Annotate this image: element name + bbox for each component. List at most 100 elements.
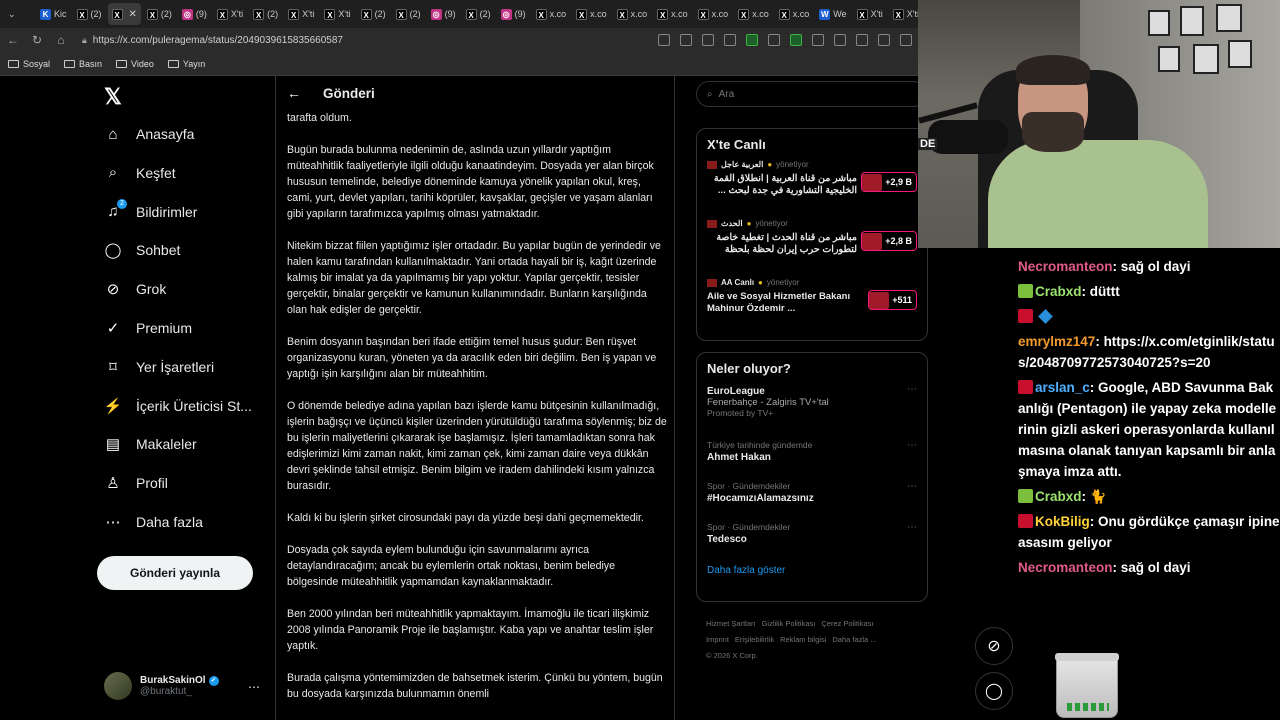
browser-tab[interactable]: W We — [815, 3, 850, 25]
extension-icon[interactable] — [724, 34, 736, 46]
extension-icon[interactable] — [768, 34, 780, 46]
live-viewer-count[interactable]: +2,9 B — [861, 172, 917, 192]
x-favicon-icon: X — [111, 8, 123, 20]
article-paragraph: Nitekim bizzat fiilen yaptığımız işler o… — [287, 240, 661, 316]
trend-item[interactable]: EuroLeague Fenerbahçe - Zalgiris TV+'tal P… — [697, 380, 927, 436]
browser-tab[interactable]: Xx.co — [613, 3, 652, 25]
browser-tab[interactable]: X (2) — [143, 3, 176, 25]
bookmark-folder[interactable]: Basın — [64, 59, 102, 69]
browser-tab[interactable]: X X'ti — [213, 3, 247, 25]
browser-menu-icon[interactable] — [900, 34, 912, 46]
sidebar-item-chat[interactable]: ◯ Sohbet — [104, 235, 181, 265]
bell-icon: ♫ 2 — [104, 198, 127, 221]
footer-link[interactable]: Çerez Politikası — [821, 619, 873, 628]
sidebar-item-article[interactable]: ▤ Makaleler — [104, 429, 197, 459]
sidebar-item-rocket[interactable]: ⚡ İçerik Üreticisi St... — [104, 391, 252, 421]
trend-more-icon[interactable]: ⋯ — [907, 522, 917, 533]
chat-username[interactable]: emrylmz147 — [1018, 334, 1095, 349]
bookmark-folder[interactable]: Video — [116, 59, 154, 69]
messages-fab-icon[interactable]: ◯ — [975, 672, 1013, 710]
url-field[interactable]: 🔒︎ https://x.com/puleragema/status/20490… — [78, 30, 603, 50]
extension-green-icon[interactable] — [746, 34, 758, 46]
browser-tab[interactable]: Xx.co — [572, 3, 611, 25]
footer-link[interactable]: Gizlilik Politikası — [762, 619, 816, 628]
post-button[interactable]: Gönderi yayınla — [97, 556, 253, 590]
sidebar-item-profile[interactable]: ♙ Profil — [104, 468, 168, 498]
live-viewer-count[interactable]: +511 — [868, 290, 917, 310]
home-button-icon[interactable]: ⌂ — [54, 33, 68, 47]
trend-more-icon[interactable]: ⋯ — [907, 384, 917, 395]
back-arrow-icon[interactable]: ← — [287, 85, 301, 101]
footer-link[interactable]: © 2026 X Corp. — [706, 651, 758, 660]
live-viewer-count[interactable]: +2,8 B — [861, 231, 917, 251]
sidebar-item-bookmark[interactable]: ⌑ Yer İşaretleri — [104, 352, 214, 382]
sidebar-item-more[interactable]: ⋯ Daha fazla — [104, 507, 203, 537]
grok-fab-icon[interactable]: ⊘ — [975, 627, 1013, 665]
trend-more-icon[interactable]: ⋯ — [907, 440, 917, 451]
extension-green-icon[interactable] — [790, 34, 802, 46]
live-item[interactable]: AA Canlı ● yönetiyor Aile ve Sosyal Hizmetl… — [697, 274, 927, 333]
footer-link[interactable]: Hizmet Şartları — [706, 619, 756, 628]
footer-link[interactable]: Reklam bilgisi — [780, 635, 826, 644]
viewer-count-text: +511 — [892, 295, 912, 305]
browser-tab[interactable]: X (2) — [357, 3, 390, 25]
footer-link[interactable]: Daha fazla ... — [832, 635, 876, 644]
search-input[interactable]: ⌕ Ara — [696, 81, 926, 107]
browser-tab[interactable]: Xx.co — [532, 3, 571, 25]
chat-username[interactable]: KokBilig — [1035, 514, 1090, 529]
account-switcher[interactable]: BurakSakinOl ✓ @buraktut_ — [104, 672, 219, 700]
browser-tab[interactable]: K Kic — [36, 3, 71, 25]
footer-link[interactable]: Erişilebilirlik — [735, 635, 774, 644]
browser-tab[interactable]: ◎(9) — [427, 3, 460, 25]
split-screen-icon[interactable] — [834, 34, 846, 46]
trend-item[interactable]: Spor · Gündemdekiler #HocamızıAlamazsınız… — [697, 477, 927, 518]
browser-tab[interactable]: X (2) — [73, 3, 106, 25]
sidebar-item-bell[interactable]: ♫ 2 Bildirimler — [104, 197, 197, 227]
trend-item[interactable]: Spor · Gündemdekiler Tedesco ⋯ — [697, 518, 927, 559]
back-icon[interactable]: ← — [6, 33, 20, 47]
favorite-star-icon[interactable] — [702, 34, 714, 46]
chat-username[interactable]: Crabxd — [1035, 284, 1082, 299]
trend-more-icon[interactable]: ⋯ — [907, 481, 917, 492]
x-logo-icon[interactable]: 𝕏 — [104, 84, 122, 110]
extensions-puzzle-icon[interactable] — [812, 34, 824, 46]
chat-username[interactable]: arslan_c — [1035, 380, 1090, 395]
browser-tab[interactable]: Xx.co — [653, 3, 692, 25]
bookmark-folder[interactable]: Sosyal — [8, 59, 50, 69]
browser-tab[interactable]: X (2) — [462, 3, 495, 25]
live-item[interactable]: الحدث ● yönetiyor مباشر من قناة الحدث | تغط… — [697, 215, 927, 274]
screenshot-icon[interactable] — [658, 34, 670, 46]
live-item[interactable]: العربية عاجل ● yönetiyor مباشر من قناة العر… — [697, 156, 927, 215]
trend-item[interactable]: Türkiye tarihinde gündemde Ahmet Hakan ⋯ — [697, 436, 927, 477]
tab-title: (2) — [267, 9, 279, 19]
browser-tab[interactable]: Xx.co — [694, 3, 733, 25]
article-paragraph: Ben 2000 yılından beri müteahhitlik yapm… — [287, 608, 654, 652]
account-more-icon[interactable]: ⋯ — [248, 680, 260, 694]
chat-username[interactable]: Crabxd — [1035, 489, 1082, 504]
reload-icon[interactable]: ↻ — [30, 33, 44, 47]
browser-tab[interactable]: X X'ti — [853, 3, 887, 25]
favorites-icon[interactable] — [856, 34, 868, 46]
sidebar-item-grok[interactable]: ⊘ Grok — [104, 274, 167, 304]
footer-link[interactable]: Imprint — [706, 635, 729, 644]
browser-tab[interactable]: X (2) — [392, 3, 425, 25]
bookmark-folder[interactable]: Yayın — [167, 59, 205, 69]
browser-tab[interactable]: X X'ti — [284, 3, 318, 25]
browser-tab[interactable]: ◎(9) — [497, 3, 530, 25]
collections-icon[interactable] — [878, 34, 890, 46]
browser-tab[interactable]: X ✕ — [107, 3, 141, 25]
sidebar-item-premium[interactable]: ✓ Premium — [104, 313, 192, 343]
show-more-link[interactable]: Daha fazla göster — [697, 559, 927, 586]
close-tab-icon[interactable]: ✕ — [129, 9, 137, 20]
tab-list-menu[interactable]: ⌄ — [4, 3, 34, 25]
browser-tab[interactable]: X (2) — [249, 3, 282, 25]
browser-tab[interactable]: Xx.co — [775, 3, 814, 25]
chat-username[interactable]: Necromanteon — [1018, 259, 1113, 274]
read-aloud-icon[interactable] — [680, 34, 692, 46]
chat-username[interactable]: Necromanteon — [1018, 560, 1113, 575]
sidebar-item-search[interactable]: ⌕ Keşfet — [104, 158, 176, 188]
sidebar-item-home[interactable]: ⌂ Anasayfa — [104, 119, 194, 149]
browser-tab[interactable]: X X'ti — [320, 3, 354, 25]
browser-tab[interactable]: Xx.co — [734, 3, 773, 25]
browser-tab[interactable]: ◎(9) — [178, 3, 211, 25]
